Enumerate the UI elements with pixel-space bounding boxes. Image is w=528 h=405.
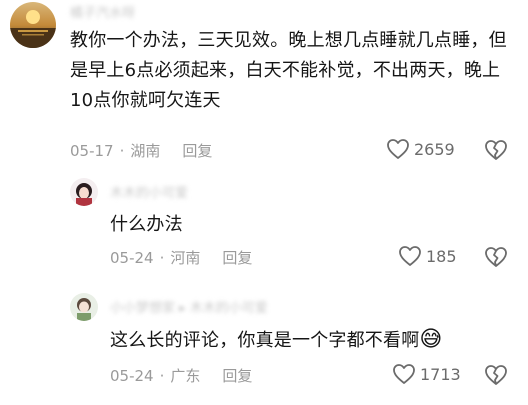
reply-button[interactable]: 回复 <box>222 365 252 386</box>
broken-heart-icon <box>484 139 508 161</box>
comment-username[interactable]: 小小梦想家 ▸ 木木的小可爱 <box>110 297 268 316</box>
comment-username[interactable]: 木木的小可爱 <box>110 182 188 201</box>
avatar-sunset[interactable] <box>10 2 56 48</box>
comment-username[interactable]: 橘子汽水呀 <box>70 2 135 21</box>
comment-text: 什么办法 <box>110 214 183 235</box>
dislike-button[interactable] <box>484 364 508 386</box>
sweat-smile-emoji: 😅 <box>419 327 443 352</box>
heart-outline-icon <box>386 138 410 160</box>
comment-text: 教你一个办法，三天见效。晚上想几点睡就几点睡，但是早上6点必须起来，白天不能补觉… <box>70 30 507 111</box>
avatar-anime[interactable] <box>70 293 98 321</box>
heart-outline-icon <box>398 245 422 267</box>
like-count: 2659 <box>414 139 455 159</box>
comment-meta: 05-24 · 广东 回复 <box>110 365 252 386</box>
meta-separator: · <box>159 367 165 385</box>
comment-meta: 05-24 · 河南 回复 <box>110 247 252 268</box>
comment-meta: 05-17 · 湖南 回复 <box>70 140 212 161</box>
comment-location: 河南 <box>170 249 201 267</box>
comment-location: 湖南 <box>130 142 161 160</box>
dislike-button[interactable] <box>484 139 508 161</box>
comment-date: 05-17 <box>70 142 114 160</box>
comment-date: 05-24 <box>110 249 154 267</box>
dislike-button[interactable] <box>484 246 508 268</box>
comment-date: 05-24 <box>110 367 154 385</box>
like-button[interactable]: 185 <box>398 245 457 267</box>
comment-text-content: 这么长的评论，你真是一个字都不看啊 <box>110 330 420 351</box>
heart-outline-icon <box>392 363 416 385</box>
like-count: 185 <box>426 246 457 266</box>
meta-separator: · <box>159 249 165 267</box>
like-count: 1713 <box>420 364 461 384</box>
comment-2: 木木的小可爱 什么办法 05-24 · 河南 回复 185 <box>0 170 528 285</box>
avatar-girl[interactable] <box>70 178 98 206</box>
like-button[interactable]: 1713 <box>392 363 461 385</box>
broken-heart-icon <box>484 364 508 386</box>
like-button[interactable]: 2659 <box>386 138 455 160</box>
comment-location: 广东 <box>170 367 201 385</box>
comment-3: 小小梦想家 ▸ 木木的小可爱 这么长的评论，你真是一个字都不看啊😅 05-24 ·… <box>0 285 528 405</box>
comment-text: 这么长的评论，你真是一个字都不看啊😅 <box>110 325 510 356</box>
reply-button[interactable]: 回复 <box>182 140 212 161</box>
meta-separator: · <box>119 142 125 160</box>
reply-button[interactable]: 回复 <box>222 247 252 268</box>
broken-heart-icon <box>484 246 508 268</box>
comment-1: 橘子汽水呀 教你一个办法，三天见效。晚上想几点睡就几点睡，但是早上6点必须起来，… <box>0 0 528 170</box>
